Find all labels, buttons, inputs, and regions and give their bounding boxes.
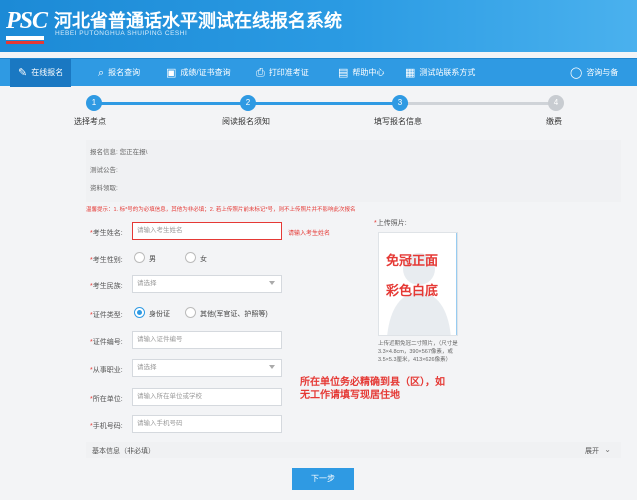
id-type-other-radio[interactable]: [185, 307, 196, 318]
nav-label: 咨询与备: [586, 68, 619, 77]
step-3-dot: 3: [392, 95, 408, 111]
step-1-label: 选择考点: [74, 117, 106, 126]
step-line-pending: [408, 102, 556, 105]
employer-label: *所在单位:: [90, 396, 123, 403]
id-number-input[interactable]: 请输入证件编号: [132, 331, 282, 349]
step-4-dot: 4: [548, 95, 564, 111]
nav-item-online-registration[interactable]: ✎ 在线报名: [10, 59, 72, 87]
name-input[interactable]: 请输入考生姓名: [132, 222, 282, 240]
edit-icon: ✎: [18, 67, 28, 79]
name-label: *考生姓名:: [90, 230, 123, 237]
id-number-label: *证件编号:: [90, 339, 123, 346]
registration-info-box: 报名信息: 您正在报\ 测试公告: 资料领取:: [86, 140, 621, 202]
step-2-label: 阅读报名须知: [222, 117, 270, 126]
ethnicity-select[interactable]: 请选择: [132, 275, 282, 293]
help-icon: ▤: [338, 67, 349, 79]
next-step-button[interactable]: 下一步: [292, 468, 354, 490]
step-2-dot: 2: [240, 95, 256, 111]
chevron-down-icon: [269, 365, 275, 369]
step-1-dot: 1: [86, 95, 102, 111]
id-type-idcard-label: 身份证: [149, 311, 170, 318]
employer-input[interactable]: 请输入所在单位或学校: [132, 388, 282, 406]
occupation-label: *从事职业:: [90, 367, 123, 374]
contact-icon: ▦: [405, 67, 416, 79]
chevron-down-icon: [269, 281, 275, 285]
site-header: PSC 河北省普通话水平测试在线报名系统 HEBEI PUTONGHUA SHU…: [0, 0, 637, 52]
nav-label: 报名查询: [108, 68, 141, 77]
nav-item-consult[interactable]: ◯ 咨询与备: [570, 59, 618, 87]
info-materials: 资料领取:: [90, 185, 118, 192]
employer-annotation: 所在单位务必精确到县（区），如无工作请填写现居住地: [300, 377, 445, 401]
logo-bar: [6, 36, 44, 40]
info-registration: 报名信息: 您正在报\: [90, 149, 148, 156]
chevron-down-icon: ⌄: [604, 445, 611, 454]
step-4-label: 缴费: [546, 117, 562, 126]
site-subtitle: HEBEI PUTONGHUA SHUIPING CESHI: [55, 30, 188, 37]
occupation-select[interactable]: 请选择: [132, 359, 282, 377]
name-error: 请输入考生姓名: [288, 231, 331, 237]
basic-info-toggle[interactable]: 展开: [585, 446, 599, 456]
nav-item-test-station-contact[interactable]: ▦ 测试站联系方式: [405, 59, 475, 87]
nav-item-help-center[interactable]: ▤ 帮助中心: [338, 59, 384, 87]
gender-male-label: 男: [149, 256, 156, 263]
id-type-idcard-radio[interactable]: [134, 307, 145, 318]
phone-label: *手机号码:: [90, 423, 123, 430]
phone-input[interactable]: 请输入手机号码: [132, 415, 282, 433]
gender-female-label: 女: [200, 256, 207, 263]
psc-logo: PSC: [6, 8, 48, 34]
photo-annotation-front: 免冠正面: [386, 253, 439, 268]
nav-item-print-ticket[interactable]: ⎙ 打印准考证: [256, 59, 309, 87]
printer-icon: ⎙: [256, 67, 265, 79]
main-navbar: ✎ 在线报名 ⌕ 报名查询 ▣ 成绩/证书查询 ⎙ 打印准考证 ▤ 帮助中心 ▦ 测试站联系…: [0, 58, 637, 87]
nav-label: 在线报名: [31, 68, 64, 77]
basic-info-label: 基本信息（非必填）: [92, 448, 155, 455]
gender-male-radio[interactable]: [134, 252, 145, 263]
document-icon: ▣: [166, 67, 177, 79]
nav-item-registration-query[interactable]: ⌕ 报名查询: [98, 59, 140, 87]
photo-label: *上传照片:: [374, 220, 407, 227]
search-icon: ⌕: [98, 67, 105, 79]
photo-description: 上传近期免冠二寸照片，（尺寸是3.3×4.8cm，390×567像素，或3.5×…: [378, 341, 458, 363]
nav-label: 成绩/证书查询: [180, 68, 231, 77]
gender-female-radio[interactable]: [185, 252, 196, 263]
gender-label: *考生性别:: [90, 257, 123, 264]
nav-label: 帮助中心: [352, 68, 385, 77]
basic-info-bar[interactable]: 基本信息（非必填） 展开 ⌄: [86, 442, 621, 458]
ethnicity-label: *考生民族:: [90, 283, 123, 290]
nav-label: 打印准考证: [268, 68, 309, 77]
nav-label: 测试站联系方式: [419, 68, 476, 77]
warm-tip: 温馨提示：1. 标*号的为必填信息，其他为非必填；2. 若上传照片前未标记*号，…: [86, 207, 356, 213]
chat-icon: ◯: [570, 67, 583, 79]
logo-bar-red: [6, 41, 44, 44]
id-type-other-label: 其他(军官证、护照等): [200, 311, 268, 318]
step-3-label: 填写报名信息: [374, 117, 422, 126]
id-type-label: *证件类型:: [90, 312, 123, 319]
nav-item-score-query[interactable]: ▣ 成绩/证书查询: [166, 59, 231, 87]
progress-steps: 1 2 3 4 选择考点 阅读报名须知 填写报名信息 缴费: [72, 92, 637, 128]
info-announcement: 测试公告:: [90, 167, 118, 174]
photo-annotation-white: 彩色白底: [386, 283, 439, 298]
